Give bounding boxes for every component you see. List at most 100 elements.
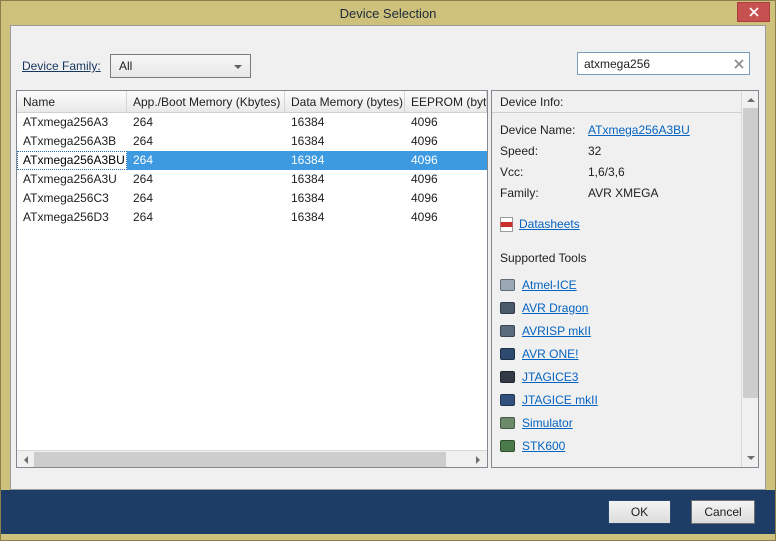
device-table: Name App./Boot Memory (Kbytes) Data Memo… (16, 90, 488, 468)
column-header-eeprom[interactable]: EEPROM (bytes) (405, 91, 487, 112)
device-info-panel: Device Info: Device Name: ATxmega256A3BU… (491, 90, 759, 468)
device-name-label: Device Name: (500, 123, 588, 137)
clear-search-icon[interactable] (733, 58, 745, 70)
vcc-label: Vcc: (500, 165, 588, 179)
tool-link-jtagice-mkii[interactable]: JTAGICE mkII (522, 393, 598, 407)
cell-name: ATxmega256D3 (17, 208, 127, 227)
horizontal-scroll-thumb[interactable] (34, 452, 446, 467)
simulator-icon (500, 417, 515, 429)
arrow-down-icon (747, 456, 755, 464)
table-row[interactable]: ATxmega256A3U 264 16384 4096 (17, 170, 487, 189)
device-family-label: Device Family: (22, 59, 101, 73)
scroll-down-arrow[interactable] (742, 450, 759, 467)
search-box (577, 52, 750, 75)
cell-name: ATxmega256C3 (17, 189, 127, 208)
family-value: AVR XMEGA (588, 186, 658, 200)
device-info-title: Device Info: (492, 91, 741, 113)
cancel-button[interactable]: Cancel (691, 500, 755, 524)
close-button[interactable] (737, 2, 770, 22)
cell-name: ATxmega256A3B (17, 132, 127, 151)
cell-eeprom: 4096 (405, 151, 487, 170)
chevron-down-icon (234, 65, 242, 73)
tool-item: AVR ONE! (500, 342, 741, 365)
arrow-up-icon (747, 94, 755, 102)
supported-tools-title: Supported Tools (500, 251, 741, 265)
close-icon (749, 7, 759, 17)
pdf-icon (500, 217, 513, 232)
jtagice3-icon (500, 371, 515, 383)
device-selection-dialog: Device Selection Device Family: All Name… (0, 0, 776, 541)
cell-name: ATxmega256A3 (17, 113, 127, 132)
cell-eeprom: 4096 (405, 132, 487, 151)
vcc-value: 1,6/3,6 (588, 165, 625, 179)
cell-name: ATxmega256A3U (17, 170, 127, 189)
cell-name: ATxmega256A3BU (17, 151, 127, 170)
avr-dragon-icon (500, 302, 515, 314)
family-label: Family: (500, 186, 588, 200)
tool-item: STK600 (500, 434, 741, 457)
cell-memory: 264 (127, 170, 285, 189)
atmel-ice-icon (500, 279, 515, 291)
jtagice-mkii-icon (500, 394, 515, 406)
cell-data-memory: 16384 (285, 132, 405, 151)
device-info-body: Device Name: ATxmega256A3BU Speed: 32 Vc… (492, 114, 741, 467)
cell-memory: 264 (127, 151, 285, 170)
device-family-value: All (119, 59, 132, 73)
cell-memory: 264 (127, 189, 285, 208)
tool-item: JTAGICE mkII (500, 388, 741, 411)
cell-eeprom: 4096 (405, 189, 487, 208)
table-row[interactable]: ATxmega256A3B 264 16384 4096 (17, 132, 487, 151)
tool-item: Atmel-ICE (500, 273, 741, 296)
speed-label: Speed: (500, 144, 588, 158)
titlebar: Device Selection (1, 1, 775, 25)
tool-item: AVR Dragon (500, 296, 741, 319)
arrow-right-icon (476, 456, 484, 464)
dialog-content: Device Family: All Name App./Boot Memory… (10, 25, 766, 490)
scroll-up-arrow[interactable] (742, 91, 759, 108)
horizontal-scrollbar[interactable] (17, 450, 487, 467)
device-name-link[interactable]: ATxmega256A3BU (588, 123, 690, 137)
scroll-left-arrow[interactable] (17, 451, 34, 468)
cell-memory: 264 (127, 113, 285, 132)
arrow-left-icon (20, 456, 28, 464)
tool-link-avr-one[interactable]: AVR ONE! (522, 347, 578, 361)
tool-item: Simulator (500, 411, 741, 434)
tool-link-avr-dragon[interactable]: AVR Dragon (522, 301, 588, 315)
ok-button[interactable]: OK (608, 500, 671, 524)
speed-value: 32 (588, 144, 601, 158)
datasheets-link[interactable]: Datasheets (519, 217, 580, 231)
dialog-footer: OK Cancel (1, 490, 775, 534)
cell-data-memory: 16384 (285, 151, 405, 170)
device-family-dropdown[interactable]: All (110, 54, 251, 78)
column-header-name[interactable]: Name (17, 91, 127, 112)
tool-item: JTAGICE3 (500, 365, 741, 388)
tool-link-simulator[interactable]: Simulator (522, 416, 573, 430)
tool-link-stk600[interactable]: STK600 (522, 439, 565, 453)
tool-link-jtagice3[interactable]: JTAGICE3 (522, 370, 578, 384)
cell-data-memory: 16384 (285, 208, 405, 227)
vertical-scroll-thumb[interactable] (743, 108, 758, 398)
tool-link-avrisp-mkii[interactable]: AVRISP mkII (522, 324, 591, 338)
cell-eeprom: 4096 (405, 208, 487, 227)
cell-data-memory: 16384 (285, 170, 405, 189)
avr-one-icon (500, 348, 515, 360)
stk600-icon (500, 440, 515, 452)
table-header: Name App./Boot Memory (Kbytes) Data Memo… (17, 91, 487, 113)
cell-eeprom: 4096 (405, 170, 487, 189)
column-header-memory[interactable]: App./Boot Memory (Kbytes) (127, 91, 285, 112)
table-row-selected[interactable]: ATxmega256A3BU 264 16384 4096 (17, 151, 487, 170)
table-row[interactable]: ATxmega256D3 264 16384 4096 (17, 208, 487, 227)
cell-memory: 264 (127, 132, 285, 151)
tool-item: AVRISP mkII (500, 319, 741, 342)
scroll-right-arrow[interactable] (470, 451, 487, 468)
table-row[interactable]: ATxmega256A3 264 16384 4096 (17, 113, 487, 132)
vertical-scrollbar[interactable] (741, 91, 758, 467)
table-row[interactable]: ATxmega256C3 264 16384 4096 (17, 189, 487, 208)
tool-link-atmel-ice[interactable]: Atmel-ICE (522, 278, 577, 292)
cell-data-memory: 16384 (285, 113, 405, 132)
cell-memory: 264 (127, 208, 285, 227)
dialog-title: Device Selection (340, 6, 437, 21)
search-input[interactable] (578, 53, 728, 74)
avrisp-mkii-icon (500, 325, 515, 337)
column-header-data-memory[interactable]: Data Memory (bytes) (285, 91, 405, 112)
